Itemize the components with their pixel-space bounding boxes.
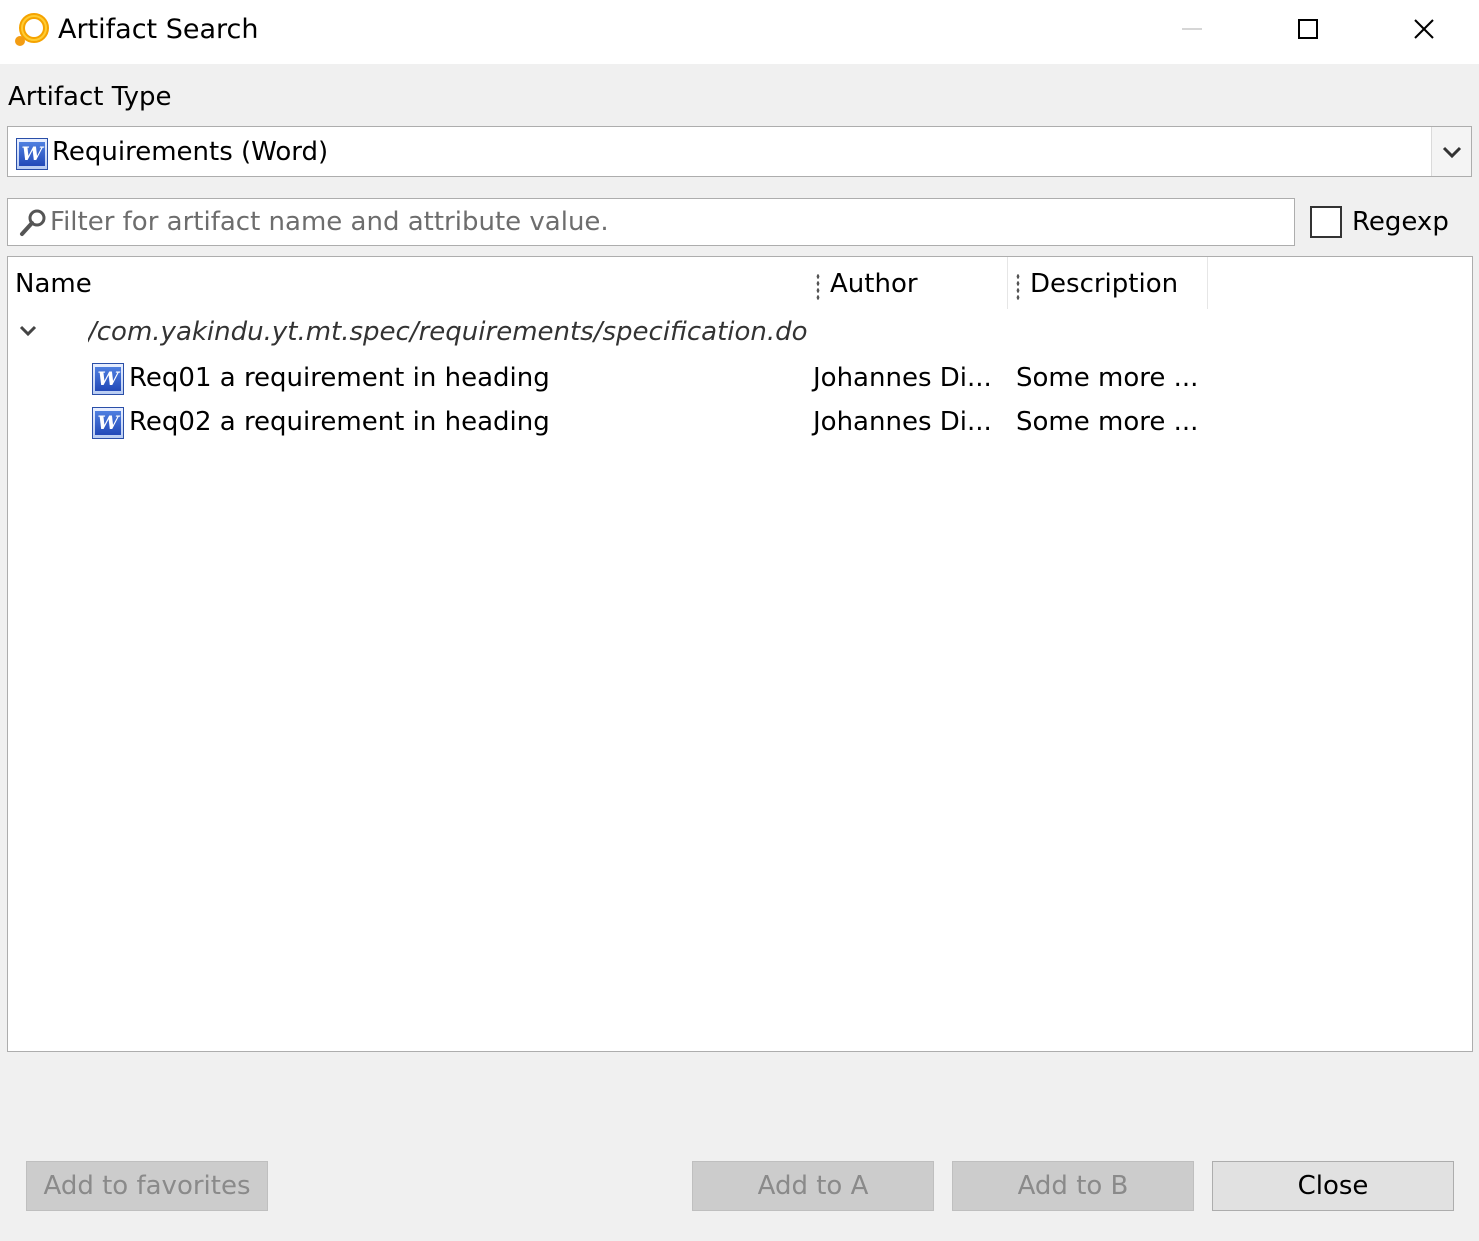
cell-author: Johannes Di...: [813, 407, 992, 437]
artifact-search-dialog: Artifact Search Artifact Type W Requirem…: [0, 0, 1479, 1241]
column-resize-handle[interactable]: [816, 273, 820, 301]
title-bar: Artifact Search: [0, 0, 1479, 64]
window-title: Artifact Search: [58, 14, 259, 45]
results-tree-table[interactable]: Name Author Description /com.yakindu.yt.…: [7, 256, 1473, 1052]
column-header-name[interactable]: Name: [15, 257, 810, 309]
cell-name: Req01 a requirement in heading: [129, 363, 550, 393]
maximize-button[interactable]: [1250, 0, 1366, 58]
column-resize-handle[interactable]: [1016, 273, 1020, 301]
column-header-author[interactable]: Author: [808, 257, 1008, 309]
table-header: Name Author Description: [8, 257, 1472, 309]
maximize-icon: [1298, 19, 1318, 39]
cell-author: Johannes Di...: [813, 363, 992, 393]
column-header-description[interactable]: Description: [1008, 257, 1208, 309]
filter-field[interactable]: [7, 198, 1295, 246]
close-icon: [1414, 19, 1434, 39]
chevron-down-icon[interactable]: [16, 319, 40, 343]
column-author-label: Author: [830, 269, 918, 299]
search-icon: [20, 209, 46, 236]
close-button[interactable]: Close: [1212, 1161, 1454, 1211]
regexp-option[interactable]: Regexp: [1310, 204, 1449, 240]
filter-input[interactable]: [50, 203, 1280, 241]
minimize-button[interactable]: [1134, 0, 1250, 58]
cell-name: Req02 a requirement in heading: [129, 407, 550, 437]
word-document-icon: W: [92, 363, 124, 395]
cell-description: Some more ...: [1016, 363, 1199, 393]
minimize-icon: [1182, 28, 1202, 30]
column-name-label: Name: [15, 269, 92, 299]
yakindu-traceability-icon: [15, 13, 49, 46]
tree-group-row[interactable]: /com.yakindu.yt.mt.spec/requirements/spe…: [8, 311, 1472, 355]
chevron-down-icon: [1442, 146, 1461, 158]
group-path-label: /com.yakindu.yt.mt.spec/requirements/spe…: [88, 317, 808, 347]
add-to-favorites-button[interactable]: Add to favorites: [26, 1161, 268, 1211]
artifact-type-dropdown[interactable]: W Requirements (Word): [7, 126, 1472, 177]
cell-description: Some more ...: [1016, 407, 1199, 437]
add-to-b-button[interactable]: Add to B: [952, 1161, 1194, 1211]
column-description-label: Description: [1030, 269, 1179, 299]
table-row[interactable]: W Req01 a requirement in heading Johanne…: [8, 357, 1472, 401]
regexp-label: Regexp: [1352, 207, 1449, 237]
artifact-type-selected: Requirements (Word): [52, 137, 329, 167]
word-document-icon: W: [92, 407, 124, 439]
artifact-type-label: Artifact Type: [8, 82, 172, 112]
dropdown-arrow-button[interactable]: [1431, 127, 1471, 176]
table-row[interactable]: W Req02 a requirement in heading Johanne…: [8, 401, 1472, 445]
regexp-checkbox[interactable]: [1310, 206, 1342, 238]
add-to-a-button[interactable]: Add to A: [692, 1161, 934, 1211]
word-document-icon: W: [16, 138, 48, 170]
close-window-button[interactable]: [1366, 0, 1479, 58]
